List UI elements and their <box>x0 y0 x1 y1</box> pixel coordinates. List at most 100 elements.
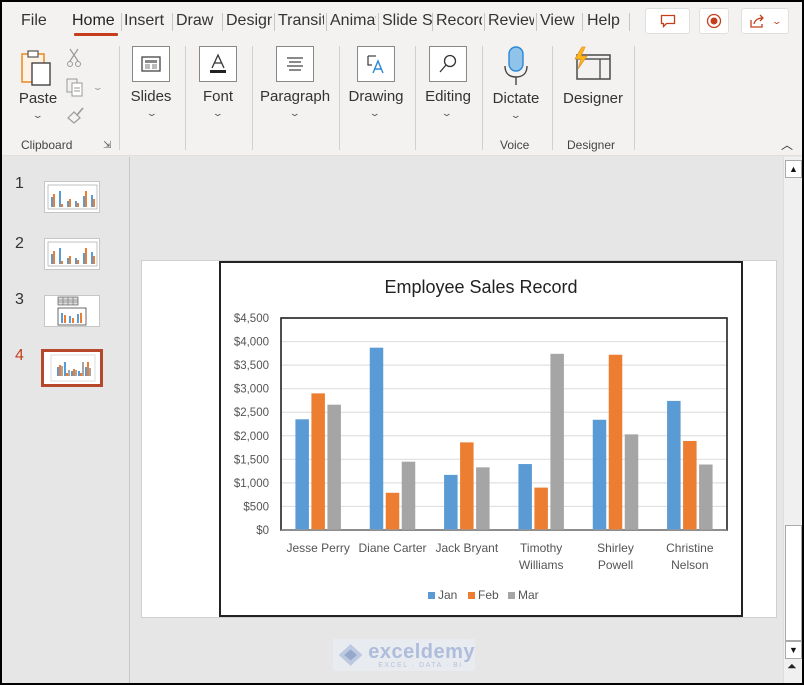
share-icon <box>750 14 765 28</box>
y-tick-label: $4,500 <box>234 313 269 325</box>
chevron-down-icon[interactable]: ⌄ <box>289 108 301 119</box>
tab-divider <box>582 13 583 31</box>
tab-draw[interactable]: Draw <box>176 11 219 33</box>
y-tick-label: $500 <box>243 501 269 513</box>
slide-thumbnail-3[interactable] <box>44 295 100 327</box>
paragraph-label[interactable]: Paragraph <box>260 88 330 105</box>
designer-icon <box>574 46 611 80</box>
tab-transitions[interactable]: Transitions <box>278 11 324 33</box>
tab-review[interactable]: Review <box>488 11 534 33</box>
tab-divider <box>326 13 327 31</box>
watermark-tagline: EXCEL · DATA · BI <box>378 661 463 669</box>
legend-swatch-jan <box>428 592 435 599</box>
x-tick-label: Diane Carter <box>358 541 426 555</box>
y-tick-label: $2,500 <box>234 407 269 419</box>
chevron-down-icon[interactable]: ⌄ <box>212 108 224 119</box>
editing-button[interactable] <box>429 46 467 82</box>
tab-divider <box>536 13 537 31</box>
chevron-down-icon: ⌄ <box>771 15 783 26</box>
tab-divider <box>274 13 275 31</box>
tab-help[interactable]: Help <box>587 11 625 33</box>
slide-thumbnail-2[interactable] <box>44 238 100 270</box>
comments-button[interactable] <box>645 8 690 34</box>
scroll-down-button[interactable]: ▼ <box>785 641 802 659</box>
scroll-up-button[interactable]: ▲ <box>785 160 802 178</box>
voice-group-label: Voice <box>500 138 530 152</box>
group-divider <box>634 46 635 150</box>
format-painter-icon <box>67 107 84 124</box>
record-button[interactable] <box>699 8 729 34</box>
tab-divider <box>484 13 485 31</box>
x-tick-label: Nelson <box>671 558 708 572</box>
chevron-down-icon[interactable]: ⌄ <box>510 110 522 121</box>
bar-mar <box>624 434 639 530</box>
tab-divider <box>222 13 223 31</box>
slide-number: 1 <box>15 175 24 192</box>
y-tick-label: $3,500 <box>234 360 269 372</box>
tab-file[interactable]: File <box>21 11 51 33</box>
font-button[interactable] <box>199 46 237 82</box>
active-tab-indicator <box>74 33 118 36</box>
copy-button[interactable] <box>66 78 88 103</box>
dictate-label[interactable]: Dictate <box>489 90 543 107</box>
x-tick-label: Timothy <box>520 541 562 555</box>
search-icon <box>439 54 457 73</box>
bar-feb <box>534 487 548 530</box>
thumb-chart-icon <box>47 241 98 267</box>
paste-button[interactable] <box>18 48 58 88</box>
tab-slide-show[interactable]: Slide Show <box>382 11 432 33</box>
slide-editor-area: Employee Sales Record $0 $500 $1,000 $1,500 $… <box>131 157 783 683</box>
slide-canvas[interactable]: Employee Sales Record $0 $500 $1,000 $1,500 $… <box>141 260 777 618</box>
chevron-down-icon[interactable]: ⌄ <box>32 110 44 121</box>
plot-area-border <box>280 317 728 531</box>
vertical-scrollbar[interactable]: ▲ ▼ ⏶ <box>783 157 802 683</box>
slide-number: 3 <box>15 291 24 308</box>
paragraph-button[interactable] <box>276 46 314 82</box>
paste-label[interactable]: Paste <box>18 90 58 107</box>
tab-home[interactable]: Home <box>72 11 118 33</box>
bar-jan <box>444 474 458 530</box>
tab-insert[interactable]: Insert <box>124 11 170 33</box>
dialog-launcher-icon[interactable]: ⇲ <box>103 140 111 151</box>
tab-design[interactable]: Design <box>226 11 272 33</box>
dictate-button[interactable] <box>503 46 529 91</box>
legend-label-feb: Feb <box>478 588 499 602</box>
slide-thumbnail-4[interactable] <box>41 349 103 387</box>
collapse-ribbon-icon[interactable]: ︿ <box>781 136 793 153</box>
group-divider <box>339 46 340 150</box>
designer-button[interactable] <box>572 46 612 85</box>
y-tick-label: $1,500 <box>234 454 269 466</box>
slides-label[interactable]: Slides <box>129 88 173 105</box>
copy-icon <box>66 78 83 97</box>
scissors-icon <box>67 48 81 67</box>
chart-object[interactable]: Employee Sales Record $0 $500 $1,000 $1,500 $… <box>219 261 743 617</box>
font-label[interactable]: Font <box>198 88 238 105</box>
tab-animations[interactable]: Animations <box>330 11 376 33</box>
slide-thumbnail-panel: 1 2 3 4 <box>2 157 130 683</box>
scroll-thumb[interactable] <box>785 525 802 641</box>
share-button[interactable]: ⌄ <box>741 8 789 34</box>
editing-label[interactable]: Editing <box>420 88 476 105</box>
drawing-button[interactable] <box>357 46 395 82</box>
tab-view[interactable]: View <box>540 11 578 33</box>
paste-icon <box>21 50 51 86</box>
previous-slide-button[interactable]: ⏶ <box>787 660 797 672</box>
chevron-down-icon[interactable]: ⌄ <box>92 82 104 93</box>
powerpoint-window: File Home Insert Draw Design Transitions… <box>2 2 802 683</box>
chevron-down-icon[interactable]: ⌄ <box>146 108 158 119</box>
x-tick-label: Christine <box>666 541 714 555</box>
group-divider <box>482 46 483 150</box>
designer-label[interactable]: Designer <box>561 90 625 107</box>
chevron-down-icon[interactable]: ⌄ <box>369 108 381 119</box>
thumb-table-chart-icon <box>57 296 87 326</box>
y-tick-label: $4,000 <box>234 337 269 349</box>
thumb-chart-icon <box>47 184 98 210</box>
group-divider <box>415 46 416 150</box>
slide-thumbnail-1[interactable] <box>44 181 100 213</box>
format-painter-button[interactable] <box>66 106 86 129</box>
chevron-down-icon[interactable]: ⌄ <box>441 108 453 119</box>
drawing-label[interactable]: Drawing <box>346 88 406 105</box>
slides-button[interactable] <box>132 46 170 82</box>
tab-record[interactable]: Record <box>436 11 482 33</box>
cut-button[interactable] <box>66 48 82 73</box>
